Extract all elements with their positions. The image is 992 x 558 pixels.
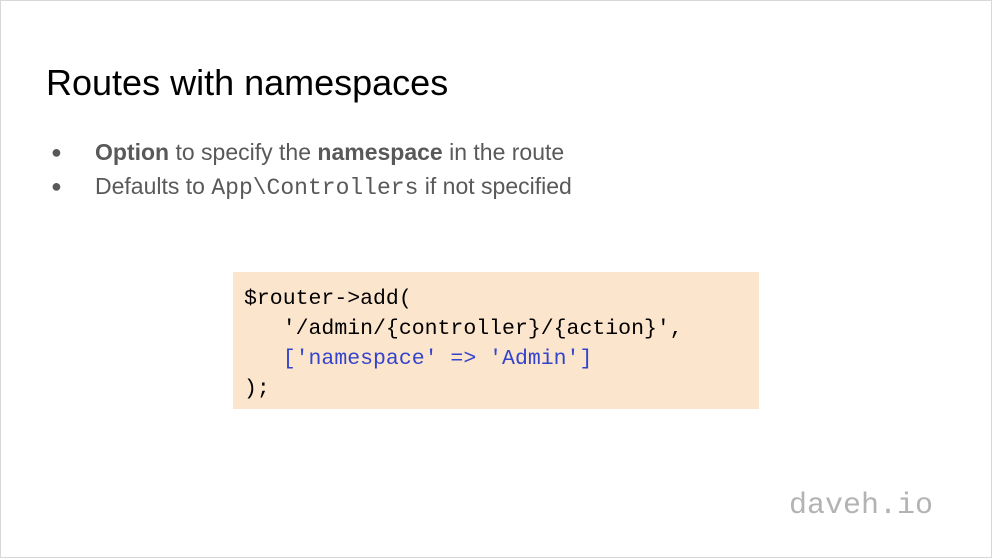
code-line-3: ['namespace' => 'Admin'] bbox=[244, 347, 593, 371]
bullet-option-tail: in the route bbox=[442, 139, 565, 165]
bullet-option-keyword: Option bbox=[95, 139, 170, 165]
bullet-item-option: ● Option to specify the namespace in the… bbox=[51, 135, 572, 169]
slide-title: Routes with namespaces bbox=[46, 62, 449, 103]
code-line-4: ); bbox=[244, 377, 270, 401]
code-line-2: '/admin/{controller}/{action}', bbox=[244, 317, 683, 341]
bullet-defaults-text: Defaults to bbox=[95, 173, 212, 199]
bullet-list: ● Option to specify the namespace in the… bbox=[51, 135, 572, 203]
code-line-1: $router->add( bbox=[244, 287, 412, 311]
code-block: $router->add( '/admin/{controller}/{acti… bbox=[233, 272, 759, 409]
bullet-dot-icon: ● bbox=[51, 176, 62, 196]
watermark-text: daveh.io bbox=[789, 489, 934, 523]
bullet-dot-icon: ● bbox=[51, 142, 62, 162]
slide: Routes with namespaces ● Option to speci… bbox=[0, 0, 992, 558]
bullet-option-text: to specify the bbox=[169, 139, 318, 165]
bullet-default-namespace-code: App\Controllers bbox=[211, 175, 419, 201]
bullet-defaults-tail: if not specified bbox=[418, 173, 572, 199]
bullet-item-defaults: ● Defaults to App\Controllers if not spe… bbox=[51, 169, 572, 203]
bullet-namespace-keyword: namespace bbox=[317, 139, 443, 165]
